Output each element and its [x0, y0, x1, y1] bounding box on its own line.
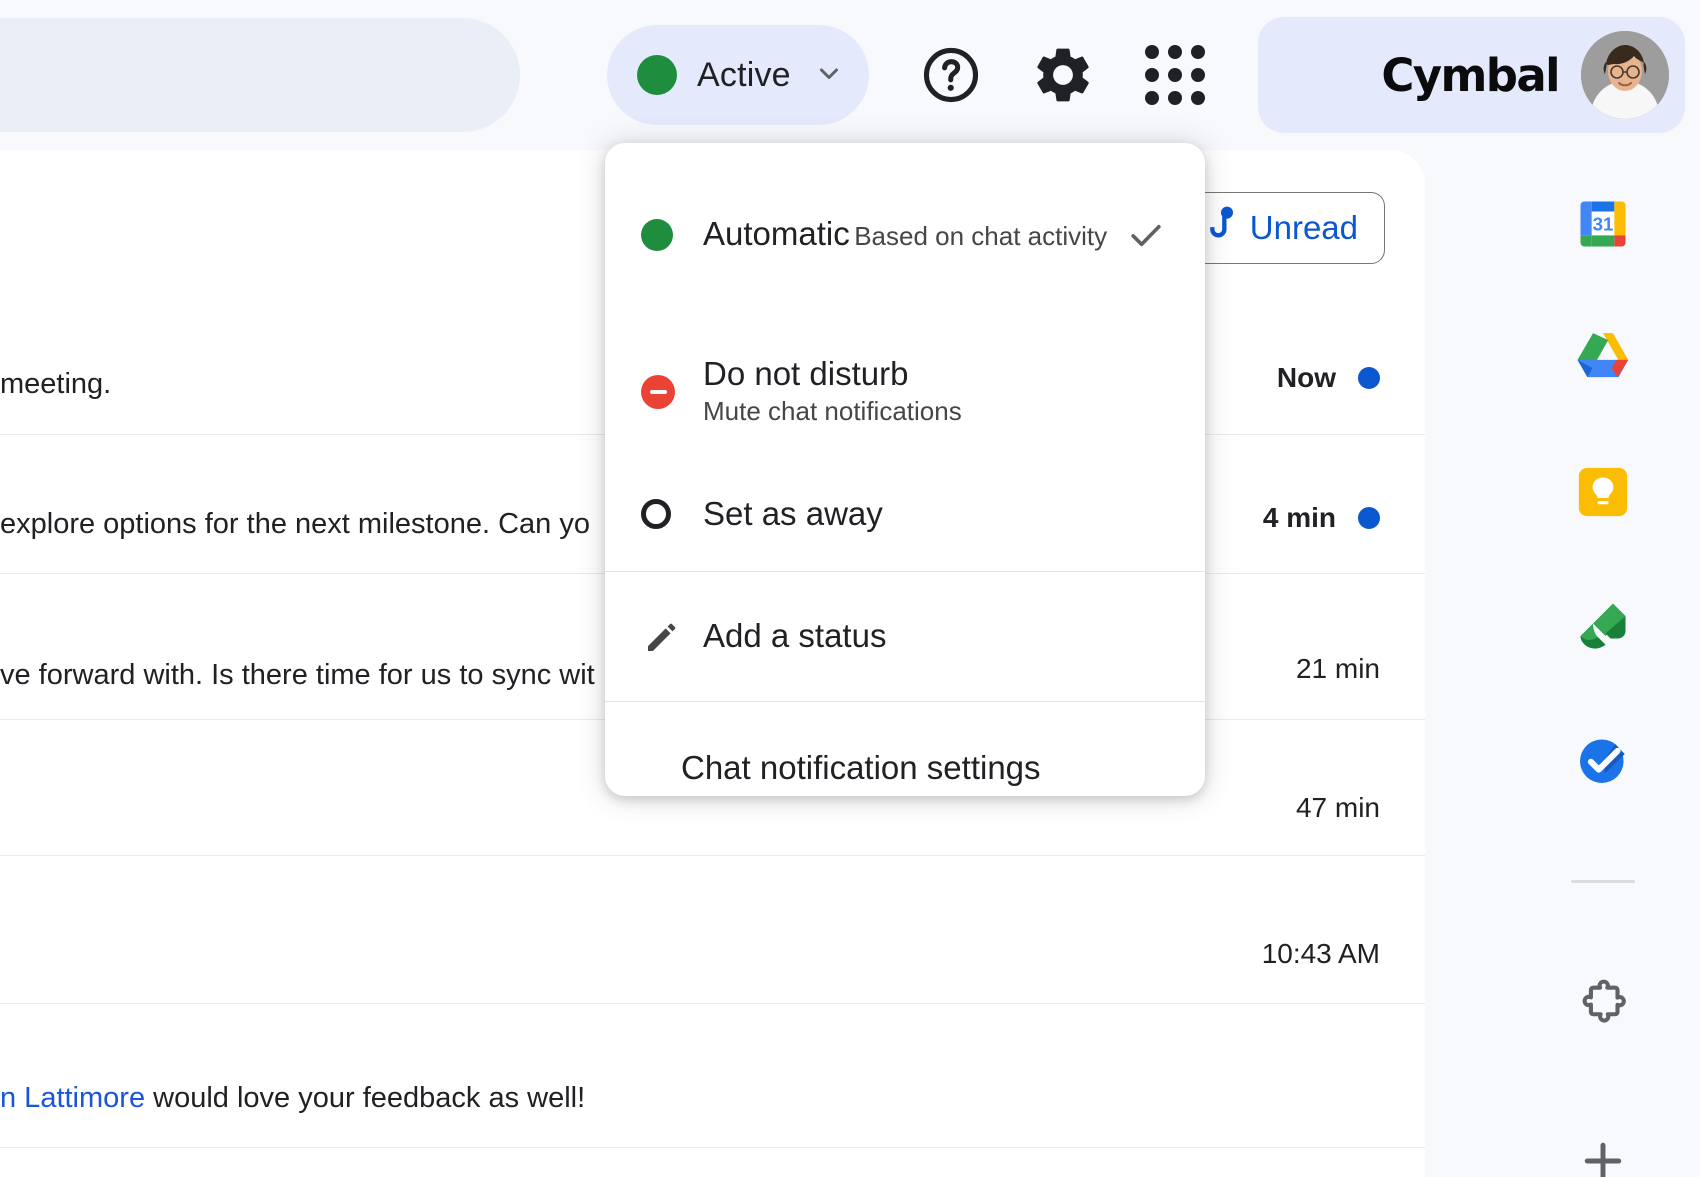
right-side-rail: 31 [1505, 150, 1700, 1177]
row-meta: Now [1277, 362, 1380, 394]
check-icon [1121, 213, 1171, 257]
unread-filter-label: Unread [1249, 209, 1358, 246]
menu-item-do-not-disturb[interactable]: Do not disturb Mute chat notifications [605, 327, 1205, 457]
google-drive-icon [1577, 333, 1628, 378]
row-meta: 10:43 AM [1262, 938, 1380, 970]
help-button[interactable] [910, 34, 992, 116]
search-input[interactable] [0, 18, 520, 132]
mention-link[interactable]: n Lattimore [0, 1082, 145, 1114]
apps-grid-icon [1145, 45, 1205, 105]
menu-item-title: Chat notification settings [681, 749, 1041, 787]
menu-item-add-a-status[interactable]: Add a status [605, 572, 1205, 701]
brand-logo: Cymbal [1381, 48, 1560, 102]
rail-item-tasks[interactable] [1557, 714, 1649, 806]
user-avatar [1581, 31, 1669, 119]
menu-item-subtitle: Mute chat notifications [703, 395, 962, 426]
status-chip-label: Active [697, 55, 791, 94]
google-calendar-icon: 31 [1580, 201, 1625, 247]
addons-puzzle-icon [1582, 979, 1626, 1023]
top-bar: Active Cymbal [0, 0, 1700, 150]
help-circle-icon [923, 47, 979, 103]
status-active-dot-icon [641, 219, 703, 251]
menu-item-chat-notification-settings[interactable]: Chat notification settings [605, 702, 1205, 796]
menu-item-title: Set as away [703, 494, 883, 532]
apps-launcher-button[interactable] [1134, 34, 1216, 116]
google-voice-icon [1580, 603, 1625, 649]
avatar[interactable] [1581, 31, 1669, 119]
rail-item-calendar[interactable]: 31 [1557, 178, 1649, 270]
svg-text:31: 31 [1592, 213, 1613, 234]
status-dropdown-menu: Automatic Based on chat activity Do not … [605, 143, 1205, 796]
google-tasks-icon [1579, 739, 1625, 783]
row-timestamp: 47 min [1295, 792, 1380, 823]
row-snippet-mention: n Lattimore would love your feedback as … [0, 1082, 585, 1115]
row-meta: 47 min [1296, 792, 1380, 824]
google-keep-icon [1578, 467, 1627, 517]
row-snippet: meeting. [0, 368, 112, 400]
list-item[interactable]: n Lattimore would love your feedback as … [0, 1004, 1425, 1148]
rail-item-add-ons[interactable] [1557, 961, 1649, 1053]
row-timestamp: 4 min [1262, 502, 1336, 533]
pencil-icon [641, 616, 703, 658]
menu-item-set-as-away[interactable]: Set as away [605, 457, 1205, 571]
do-not-disturb-icon [641, 375, 703, 409]
menu-item-title: Add a status [703, 617, 887, 655]
row-snippet: ve forward with. Is there time for us to… [0, 659, 595, 691]
status-active-dot-icon [637, 55, 677, 95]
menu-item-automatic[interactable]: Automatic Based on chat activity [605, 143, 1205, 327]
menu-item-title: Do not disturb [703, 354, 909, 392]
row-meta: 21 min [1296, 653, 1380, 685]
menu-item-title: Automatic [703, 215, 850, 253]
row-timestamp: Now [1276, 362, 1336, 393]
away-ring-icon [641, 499, 703, 529]
list-item[interactable]: 9:42 AM [0, 1148, 1425, 1177]
row-timestamp: 10:43 AM [1261, 938, 1380, 969]
status-chip-button[interactable]: Active [607, 25, 869, 125]
row-snippet-text: would love your feedback as well! [145, 1082, 586, 1114]
account-chip[interactable]: Cymbal [1258, 17, 1685, 133]
settings-button[interactable] [1022, 34, 1104, 116]
plus-icon [1584, 1142, 1621, 1177]
row-meta: 4 min [1263, 502, 1380, 534]
rail-item-drive[interactable] [1557, 312, 1649, 404]
rail-item-voice[interactable] [1557, 580, 1649, 672]
unread-badge-icon [1206, 206, 1236, 251]
row-snippet: explore options for the next milestone. … [0, 508, 590, 540]
rail-divider [1570, 880, 1635, 883]
rail-item-keep[interactable] [1557, 446, 1649, 538]
row-timestamp: 21 min [1295, 653, 1380, 684]
list-item[interactable]: 10:43 AM [0, 856, 1425, 1004]
unread-dot-icon [1358, 367, 1380, 389]
menu-item-subtitle: Based on chat activity [854, 221, 1108, 252]
unread-dot-icon [1358, 507, 1380, 529]
rail-item-add[interactable] [1557, 1115, 1649, 1177]
chevron-down-icon [811, 55, 847, 96]
gear-icon [1037, 48, 1089, 102]
unread-filter-button[interactable]: Unread [1178, 192, 1385, 264]
